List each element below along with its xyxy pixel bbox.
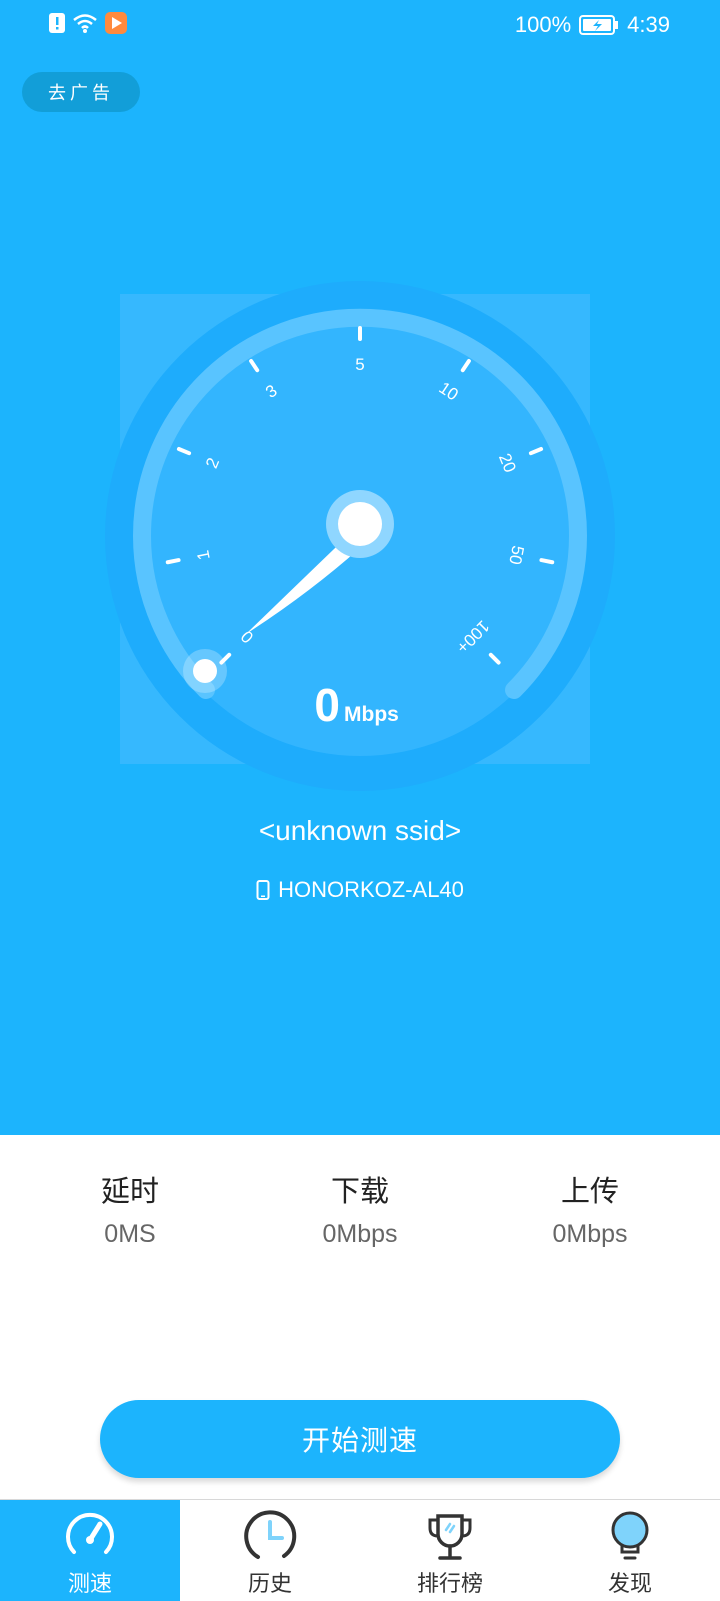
start-test-button[interactable]: 开始测速	[100, 1400, 620, 1478]
stat-value: 0Mbps	[322, 1220, 398, 1248]
device-info: HONORKOZ-AL40	[0, 877, 720, 903]
remove-ads-button[interactable]: 去广告	[22, 72, 140, 112]
gauge-start-dot	[193, 659, 217, 683]
tab-history[interactable]: 历史	[180, 1500, 360, 1601]
gauge-scale-label: 5	[355, 355, 364, 374]
stat-label: 上传	[560, 1174, 619, 1208]
video-app-icon	[105, 12, 127, 34]
wifi-icon	[73, 14, 97, 33]
clock-time: 4:39	[627, 12, 670, 37]
stats-row: 延时 0MS 下载 0Mbps 上传 0Mbps	[0, 1168, 720, 1258]
tab-label: 排行榜	[416, 1572, 483, 1597]
stat-download: 下载 0Mbps	[260, 1168, 460, 1249]
stat-latency: 延时 0MS	[30, 1168, 230, 1249]
tab-label: 测速	[67, 1572, 112, 1597]
gauge-scale-label: 50	[505, 544, 527, 566]
tab-discover[interactable]: 发现	[540, 1500, 720, 1601]
gauge-tick	[165, 558, 181, 565]
network-ssid: <unknown ssid>	[258, 815, 462, 846]
tab-speed-test[interactable]: 测速	[0, 1500, 180, 1601]
status-left-icons	[48, 11, 128, 35]
status-right: 100% 4:39	[515, 12, 670, 38]
tab-label: 发现	[607, 1572, 652, 1597]
speedometer-icon	[66, 1512, 114, 1554]
gauge-tick	[539, 558, 555, 565]
tab-label: 历史	[247, 1572, 292, 1597]
bottom-tab-bar: 测速 历史 排行榜 发现	[0, 1499, 720, 1601]
battery-percent: 100%	[514, 12, 572, 37]
device-name: HONORKOZ-AL40	[278, 877, 464, 902]
stat-label: 下载	[330, 1174, 389, 1208]
alert-notification-icon	[49, 13, 65, 33]
phone-icon	[256, 880, 270, 900]
stat-label: 延时	[100, 1174, 159, 1208]
stat-value: 0MS	[104, 1220, 156, 1248]
clock-icon	[244, 1510, 297, 1559]
stat-value: 0Mbps	[552, 1220, 628, 1248]
lightbulb-icon	[611, 1511, 649, 1560]
speed-unit: Mbps	[344, 703, 399, 726]
stat-upload: 上传 0Mbps	[490, 1168, 690, 1249]
battery-charging-icon	[579, 15, 619, 35]
speed-gauge: 01235102050100+ 0 Mbps	[105, 281, 615, 791]
speed-value: 0	[314, 679, 340, 731]
trophy-icon	[428, 1514, 472, 1560]
status-bar: 100% 4:39	[0, 0, 720, 48]
tab-ranking[interactable]: 排行榜	[360, 1500, 540, 1601]
gauge-hub	[338, 502, 382, 546]
